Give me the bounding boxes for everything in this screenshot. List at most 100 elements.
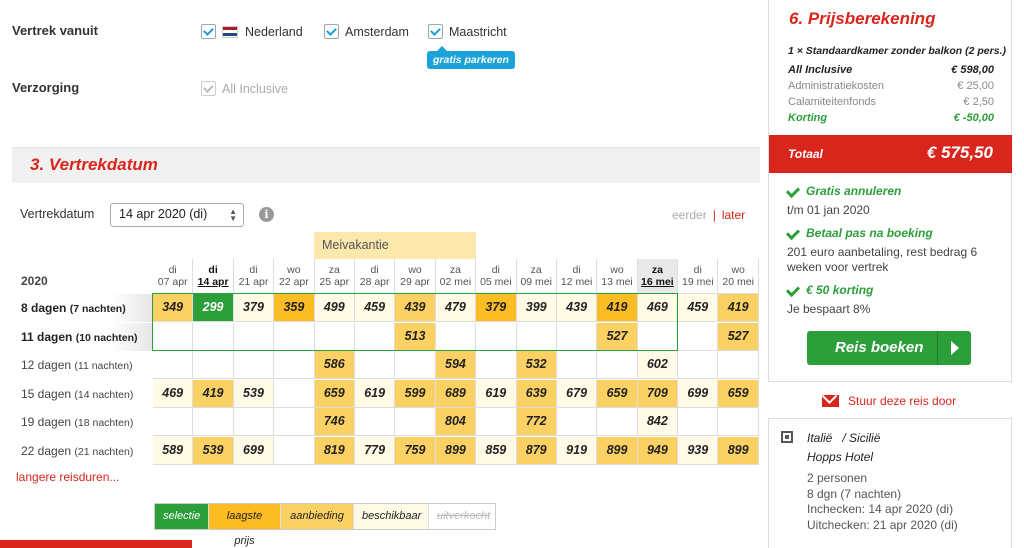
price-cell[interactable]: 527 — [597, 322, 638, 351]
price-cell — [637, 322, 679, 351]
checkbox-amsterdam[interactable]: Amsterdam — [324, 24, 409, 39]
price-cell[interactable]: 599 — [395, 379, 436, 408]
price-cell[interactable]: 939 — [678, 436, 719, 465]
price-cell[interactable]: 539 — [193, 436, 234, 465]
price-cell — [678, 322, 719, 351]
price-cell[interactable]: 589 — [153, 436, 194, 465]
price-cell[interactable]: 919 — [556, 436, 598, 465]
price-cell[interactable]: 819 — [314, 436, 355, 465]
price-cell[interactable]: 479 — [435, 294, 477, 322]
price-cell[interactable]: 379 — [476, 294, 517, 322]
duration-label[interactable]: 12 dagen (11 nachten) — [12, 351, 153, 379]
price-cell[interactable]: 659 — [597, 379, 638, 408]
price-cell[interactable]: 619 — [354, 379, 396, 408]
price-cell[interactable]: 949 — [637, 436, 679, 465]
duration-label[interactable]: 8 dagen (7 nachten) — [12, 294, 153, 322]
price-cell[interactable]: 899 — [718, 436, 759, 465]
info-icon[interactable]: i — [259, 207, 274, 222]
price-cell[interactable]: 899 — [597, 436, 638, 465]
price-cell[interactable]: 469 — [637, 294, 679, 322]
longer-durations-link[interactable]: langere reisduren... — [16, 470, 119, 484]
price-cell[interactable]: 459 — [354, 294, 396, 322]
date-column-header[interactable]: wo 13 mei — [597, 259, 638, 295]
checkbox-nederland[interactable]: Nederland — [201, 24, 303, 39]
price-cell[interactable]: 759 — [395, 436, 436, 465]
duration-label[interactable]: 15 dagen (14 nachten) — [12, 380, 153, 408]
duration-label[interactable]: 19 dagen (18 nachten) — [12, 408, 153, 436]
checkbox-checked-icon[interactable] — [428, 24, 443, 39]
price-cell[interactable]: 513 — [395, 322, 436, 351]
price-cell[interactable]: 499 — [314, 294, 355, 322]
checkbox-maastricht[interactable]: Maastricht — [428, 24, 507, 39]
date-column-header[interactable]: wo 20 mei — [718, 259, 759, 295]
date-column-header[interactable]: wo 22 apr — [274, 259, 315, 295]
date-column-header[interactable]: wo 29 apr — [395, 259, 436, 295]
price-cell[interactable]: 419 — [193, 379, 234, 408]
price-cell[interactable]: 709 — [637, 379, 679, 408]
price-cell[interactable]: 594 — [435, 351, 477, 379]
price-line-label: Administratiekosten — [788, 80, 884, 92]
checkbox-checked-icon[interactable] — [201, 24, 216, 39]
price-cell[interactable]: 419 — [597, 294, 638, 322]
column-date: 19 mei — [682, 276, 714, 288]
price-cell[interactable]: 689 — [435, 379, 477, 408]
price-cell[interactable]: 469 — [153, 379, 194, 408]
duration-label[interactable]: 11 dagen (10 nachten) — [12, 322, 153, 351]
price-cell[interactable]: 586 — [314, 351, 355, 379]
price-cell[interactable]: 699 — [678, 379, 719, 408]
share-link[interactable]: Stuur deze reis door — [822, 394, 956, 408]
checkbox-checked-icon[interactable] — [324, 24, 339, 39]
date-column-header[interactable]: di 07 apr — [153, 259, 194, 295]
price-cell[interactable]: 299 — [193, 294, 234, 322]
price-cell[interactable]: 359 — [274, 294, 315, 322]
date-column-header[interactable]: di 14 apr — [193, 259, 234, 295]
price-cell[interactable]: 459 — [678, 294, 719, 322]
price-cell[interactable]: 419 — [718, 294, 759, 322]
price-cell[interactable]: 746 — [314, 408, 355, 436]
date-column-header[interactable]: za 02 mei — [435, 259, 477, 295]
price-cell[interactable]: 699 — [233, 436, 275, 465]
price-cell[interactable]: 772 — [516, 408, 557, 436]
price-line-value: € 25,00 — [957, 80, 994, 92]
price-cell[interactable]: 379 — [233, 294, 275, 322]
verzorging-label: Verzorging — [12, 80, 80, 95]
date-column-header[interactable]: di 21 apr — [233, 259, 275, 295]
earlier-link[interactable]: eerder — [672, 208, 707, 222]
hotel-country: Italië — [807, 431, 833, 445]
date-column-header[interactable]: di 28 apr — [354, 259, 396, 295]
price-cell[interactable]: 679 — [556, 379, 598, 408]
column-day: za — [449, 264, 461, 276]
price-cell — [233, 408, 275, 436]
price-cell[interactable]: 527 — [718, 322, 759, 351]
price-cell[interactable]: 659 — [718, 379, 759, 408]
price-cell[interactable]: 619 — [476, 379, 517, 408]
price-cell[interactable]: 879 — [516, 436, 557, 465]
price-cell[interactable]: 539 — [233, 379, 275, 408]
price-cell[interactable]: 804 — [435, 408, 477, 436]
price-cell[interactable]: 399 — [516, 294, 557, 322]
price-cell[interactable]: 602 — [637, 351, 679, 379]
price-cell[interactable]: 779 — [354, 436, 396, 465]
date-column-header[interactable]: za 16 mei — [637, 259, 679, 295]
price-cell[interactable]: 859 — [476, 436, 517, 465]
date-column-header[interactable]: di 05 mei — [476, 259, 517, 295]
price-cell[interactable]: 842 — [637, 408, 679, 436]
book-button[interactable]: Reis boeken — [807, 331, 971, 365]
price-cell[interactable]: 532 — [516, 351, 557, 379]
duration-row: 15 dagen (14 nachten) 469 419 539 659 619 599 6… — [12, 379, 759, 408]
price-cell[interactable]: 639 — [516, 379, 557, 408]
duration-label[interactable]: 22 dagen (21 nachten) — [12, 437, 153, 465]
date-select[interactable]: 14 apr 2020 (di) ▲ ▼ — [110, 203, 244, 227]
date-column-header[interactable]: di 19 mei — [678, 259, 719, 295]
date-column-header[interactable]: za 09 mei — [516, 259, 557, 295]
price-cell[interactable]: 439 — [395, 294, 436, 322]
price-cell[interactable]: 659 — [314, 379, 355, 408]
price-cell[interactable]: 439 — [556, 294, 598, 322]
date-column-header[interactable]: za 25 apr — [314, 259, 355, 295]
building-icon — [781, 431, 793, 443]
later-link[interactable]: later — [722, 208, 745, 222]
column-day: za — [530, 264, 542, 276]
price-cell[interactable]: 899 — [435, 436, 477, 465]
date-column-header[interactable]: di 12 mei — [556, 259, 598, 295]
price-cell[interactable]: 349 — [153, 294, 194, 322]
